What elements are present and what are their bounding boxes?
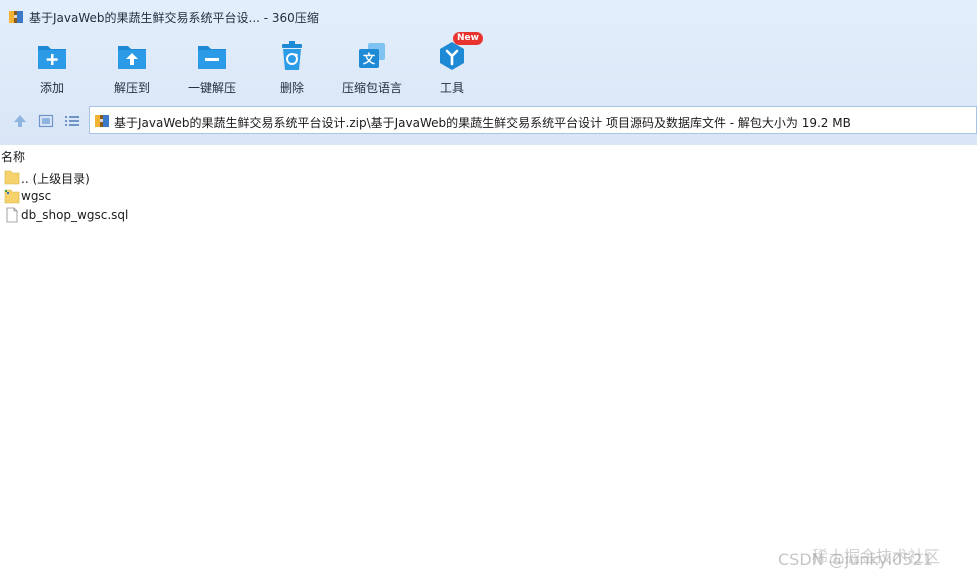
archive-app-icon [9,11,23,23]
extract-to-label: 解压到 [113,81,150,95]
add-icon [38,46,66,69]
item-name: wgsc [21,189,52,203]
archive-language-label: 压缩包语言 [341,81,402,95]
thumbnail-view-icon[interactable] [38,113,54,129]
one-click-extract-button[interactable]: 一键解压 [172,40,252,96]
folder-up-icon [4,170,20,185]
window-title: 基于JavaWeb的果蔬生鲜交易系统平台设... - 360压缩 [29,11,319,25]
archive-file-icon [95,115,109,127]
watermark-csdn: CSDN @junkyi0521 [778,550,933,569]
delete-label: 删除 [279,81,304,95]
top-panel: 基于JavaWeb的果蔬生鲜交易系统平台设... - 360压缩 添加 解压到 [0,0,977,145]
one-click-extract-label: 一键解压 [187,81,236,95]
list-view-icon[interactable] [64,113,80,129]
extract-to-icon [118,46,146,69]
navigation-row: 基于JavaWeb的果蔬生鲜交易系统平台设计.zip\基于JavaWeb的果蔬生… [0,106,977,136]
list-item[interactable]: db_shop_wgsc.sql [0,206,977,224]
address-bar[interactable]: 基于JavaWeb的果蔬生鲜交易系统平台设计.zip\基于JavaWeb的果蔬生… [89,106,977,134]
item-name: db_shop_wgsc.sql [21,208,129,222]
folder-icon [4,189,20,204]
address-path: 基于JavaWeb的果蔬生鲜交易系统平台设计.zip\基于JavaWeb的果蔬生… [114,116,851,130]
title-bar: 基于JavaWeb的果蔬生鲜交易系统平台设... - 360压缩 [0,0,977,34]
delete-icon [282,41,302,70]
svg-text:文: 文 [363,51,376,66]
list-item[interactable]: wgsc [0,187,977,205]
add-label: 添加 [39,81,64,95]
tools-button[interactable]: New 工具 [412,32,492,96]
up-arrow-icon[interactable] [12,113,28,129]
column-header-row: 名称 [0,145,977,165]
file-icon [6,207,18,223]
column-header-name[interactable]: 名称 [1,148,25,165]
add-button[interactable]: 添加 [12,40,92,96]
archive-language-button[interactable]: 文 压缩包语言 [332,40,412,96]
tools-label: 工具 [439,81,464,95]
item-name: .. (上级目录) [21,172,90,186]
one-click-extract-icon [198,46,226,69]
extract-to-button[interactable]: 解压到 [92,40,172,96]
archive-language-icon: 文 [359,43,385,68]
new-badge: New [453,32,483,45]
delete-button[interactable]: 删除 [252,40,332,96]
toolbar: 添加 解压到 一键解压 删除 文 压缩包语言 New 工具 [0,32,977,98]
list-item[interactable]: .. (上级目录) [0,168,977,186]
